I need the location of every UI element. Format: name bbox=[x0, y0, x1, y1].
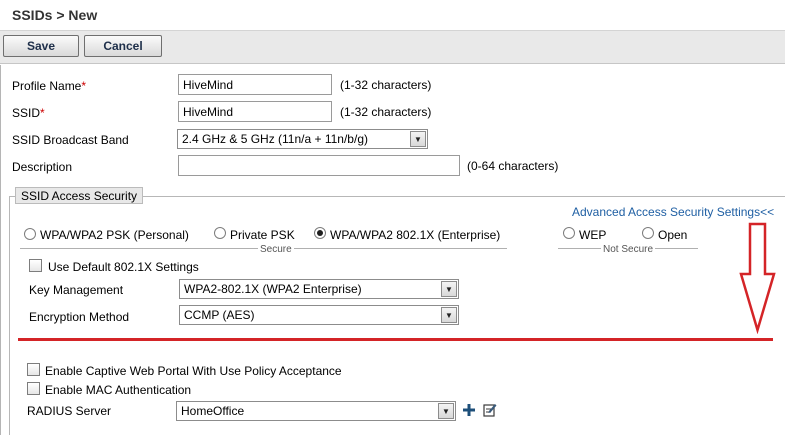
radio-wpa-psk[interactable] bbox=[24, 228, 36, 240]
ssid-label: SSID* bbox=[12, 106, 45, 120]
ssid-input[interactable] bbox=[178, 101, 332, 122]
not-secure-caption: Not Secure bbox=[601, 244, 656, 255]
advanced-security-link[interactable]: Advanced Access Security Settings<< bbox=[572, 205, 774, 219]
description-hint: (0-64 characters) bbox=[467, 159, 559, 173]
save-button[interactable]: Save bbox=[3, 35, 79, 57]
page-title: SSIDs > New bbox=[12, 7, 98, 23]
encryption-method-label: Encryption Method bbox=[29, 310, 130, 324]
key-management-value: WPA2-802.1X (WPA2 Enterprise) bbox=[184, 282, 362, 296]
radius-server-select[interactable]: HomeOffice bbox=[176, 401, 456, 421]
broadcast-band-value: 2.4 GHz & 5 GHz (11n/a + 11n/b/g) bbox=[182, 132, 368, 146]
radio-private-psk-label: Private PSK bbox=[230, 228, 295, 242]
chevron-down-icon[interactable]: ▼ bbox=[438, 403, 454, 419]
radio-wep[interactable] bbox=[563, 227, 575, 239]
use-default-label: Use Default 802.1X Settings bbox=[48, 260, 199, 274]
encryption-method-select[interactable]: CCMP (AES) bbox=[179, 305, 459, 325]
annotation-arrow bbox=[739, 222, 776, 334]
radio-wep-label: WEP bbox=[579, 228, 607, 242]
ssid-hint: (1-32 characters) bbox=[340, 105, 432, 119]
description-label: Description bbox=[12, 160, 73, 174]
profile-name-input[interactable] bbox=[178, 74, 332, 95]
add-icon[interactable] bbox=[462, 403, 476, 417]
mac-auth-label: Enable MAC Authentication bbox=[45, 383, 192, 397]
edit-icon[interactable] bbox=[483, 402, 497, 417]
profile-name-label: Profile Name* bbox=[12, 79, 87, 93]
radius-server-label: RADIUS Server bbox=[27, 404, 112, 418]
key-management-select[interactable]: WPA2-802.1X (WPA2 Enterprise) bbox=[179, 279, 459, 299]
security-legend: SSID Access Security bbox=[15, 187, 144, 204]
annotation-underline bbox=[18, 338, 773, 341]
radio-open-label: Open bbox=[658, 228, 688, 242]
radio-wpa-enterprise[interactable] bbox=[314, 227, 326, 239]
broadcast-band-select[interactable]: 2.4 GHz & 5 GHz (11n/a + 11n/b/g) bbox=[177, 129, 428, 149]
radio-wpa-enterprise-label: WPA/WPA2 802.1X (Enterprise) bbox=[330, 228, 501, 242]
mac-auth-checkbox[interactable] bbox=[27, 382, 40, 395]
radio-wpa-psk-label: WPA/WPA2 PSK (Personal) bbox=[40, 228, 189, 242]
title-bar bbox=[0, 0, 785, 31]
broadcast-band-label: SSID Broadcast Band bbox=[12, 133, 129, 147]
chevron-down-icon[interactable]: ▼ bbox=[441, 281, 457, 297]
chevron-down-icon[interactable]: ▼ bbox=[441, 307, 457, 323]
captive-portal-label: Enable Captive Web Portal With Use Polic… bbox=[45, 364, 342, 378]
encryption-method-value: CCMP (AES) bbox=[184, 308, 255, 322]
radio-private-psk[interactable] bbox=[214, 227, 226, 239]
secure-caption: Secure bbox=[258, 244, 294, 255]
cancel-button[interactable]: Cancel bbox=[84, 35, 162, 57]
radio-open[interactable] bbox=[642, 227, 654, 239]
key-management-label: Key Management bbox=[29, 283, 124, 297]
radius-server-value: HomeOffice bbox=[181, 404, 245, 418]
description-input[interactable] bbox=[178, 155, 460, 176]
captive-portal-checkbox[interactable] bbox=[27, 363, 40, 376]
chevron-down-icon[interactable]: ▼ bbox=[410, 131, 426, 147]
use-default-checkbox[interactable] bbox=[29, 259, 42, 272]
profile-name-hint: (1-32 characters) bbox=[340, 78, 432, 92]
